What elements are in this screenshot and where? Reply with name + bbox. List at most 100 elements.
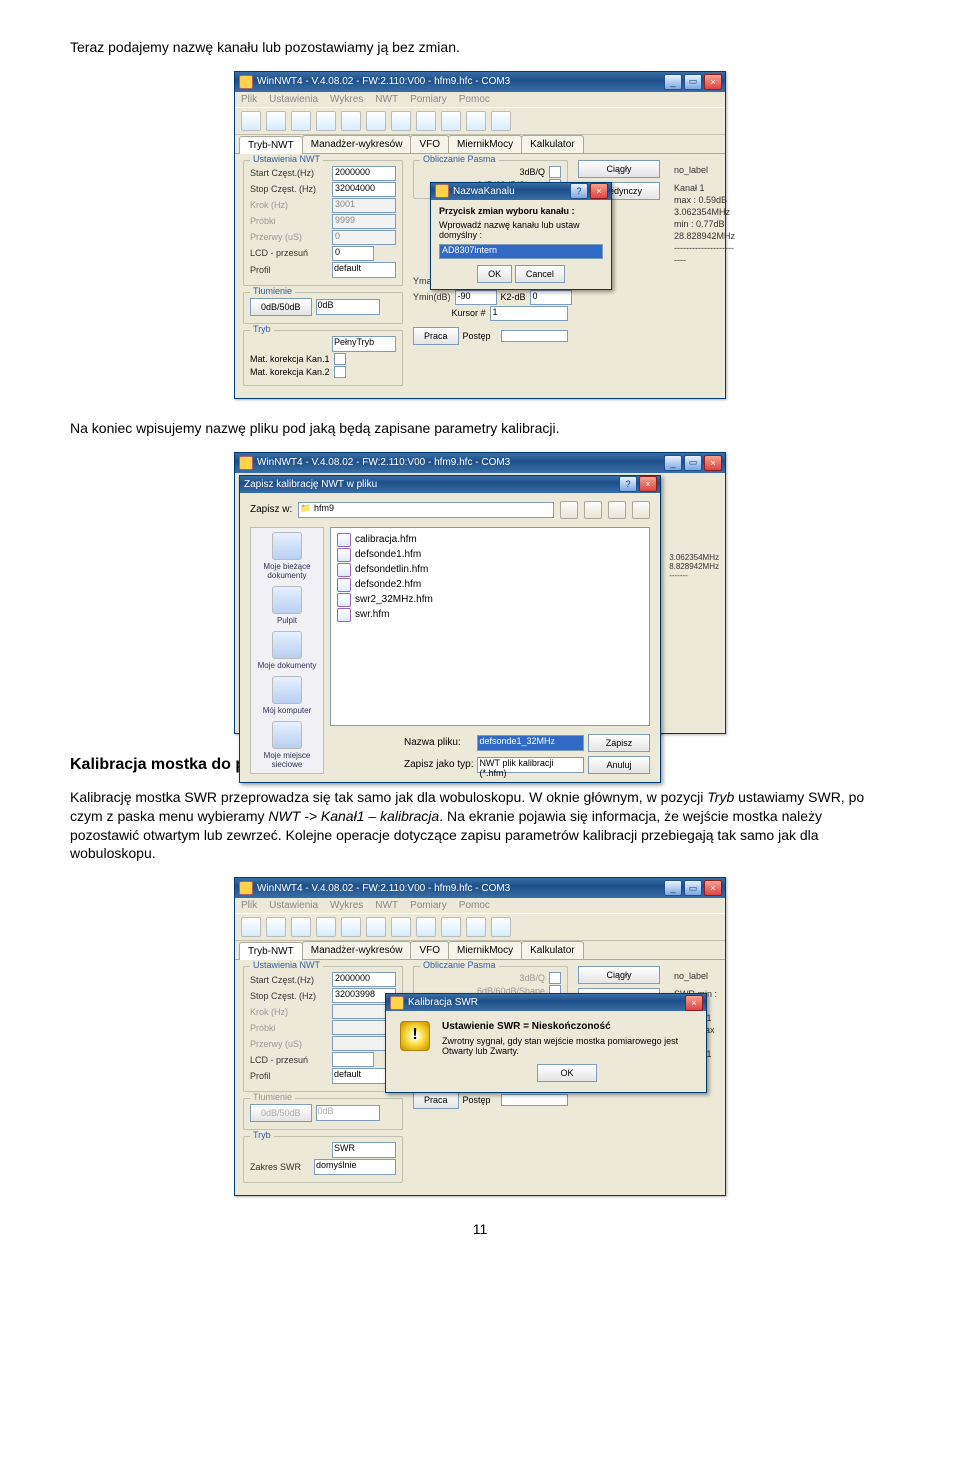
maximize-button[interactable]: ▭ xyxy=(684,455,702,471)
ok-button[interactable]: OK xyxy=(537,1064,596,1082)
place-desktop[interactable]: Pulpit xyxy=(272,586,302,625)
tab-miernik[interactable]: MiernikMocy xyxy=(448,941,522,959)
input-start[interactable]: 2000000 xyxy=(332,166,396,181)
place-mycomputer[interactable]: Mój komputer xyxy=(263,676,311,715)
tab-manadzer[interactable]: Manadżer-wykresów xyxy=(302,135,412,153)
btn-ciagly[interactable]: Ciągły xyxy=(578,966,660,984)
close-button[interactable]: × xyxy=(704,74,722,90)
toolbar-icon[interactable] xyxy=(266,917,286,937)
checkbox-matk1[interactable] xyxy=(334,353,346,365)
toolbar-icon[interactable] xyxy=(266,111,286,131)
menu-item[interactable]: Ustawienia xyxy=(269,900,318,911)
toolbar-icon[interactable] xyxy=(241,111,261,131)
toolbar-icon[interactable] xyxy=(466,917,486,937)
maximize-button[interactable]: ▭ xyxy=(684,880,702,896)
input-ymin[interactable]: -90 xyxy=(455,290,497,305)
input-k2[interactable]: 0 xyxy=(530,290,572,305)
input-lcd[interactable] xyxy=(332,1052,374,1067)
menu-item[interactable]: Plik xyxy=(241,900,257,911)
select-zakres-swr[interactable]: domyślnie xyxy=(314,1159,396,1175)
toolbar-icon[interactable] xyxy=(341,111,361,131)
menu-item[interactable]: Pomoc xyxy=(459,94,490,105)
minimize-button[interactable]: _ xyxy=(664,74,682,90)
help-button[interactable]: ? xyxy=(570,183,588,199)
menu-item[interactable]: NWT xyxy=(375,94,398,105)
menu-item[interactable]: Pomiary xyxy=(410,94,447,105)
select-filetype[interactable]: NWT plik kalibracji (*.hfm) xyxy=(477,757,584,773)
input-start[interactable]: 2000000 xyxy=(332,972,396,987)
file-item[interactable]: swr2_32MHz.hfm xyxy=(337,593,643,607)
toolbar-icon[interactable] xyxy=(441,111,461,131)
minimize-button[interactable]: _ xyxy=(664,455,682,471)
tab-vfo[interactable]: VFO xyxy=(410,941,449,959)
menu-item[interactable]: Wykres xyxy=(330,94,363,105)
file-list[interactable]: calibracja.hfm defsonde1.hfm defsondetli… xyxy=(330,527,650,726)
tab-tryb-nwt[interactable]: Tryb-NWT xyxy=(239,136,303,154)
toolbar-icon[interactable] xyxy=(316,111,336,131)
maximize-button[interactable]: ▭ xyxy=(684,74,702,90)
close-button[interactable]: × xyxy=(590,183,608,199)
toolbar-icon[interactable] xyxy=(416,111,436,131)
place-network[interactable]: Moje miejsce sieciowe xyxy=(253,721,321,769)
minimize-button[interactable]: _ xyxy=(664,880,682,896)
close-button[interactable]: × xyxy=(685,995,703,1011)
close-button[interactable]: × xyxy=(639,476,657,492)
menu-item[interactable]: Ustawienia xyxy=(269,94,318,105)
toolbar-icon[interactable] xyxy=(391,917,411,937)
menu-item[interactable]: Pomoc xyxy=(459,900,490,911)
file-item[interactable]: defsondetlin.hfm xyxy=(337,563,643,577)
dialog-input[interactable]: AD8307intern xyxy=(439,244,603,259)
file-item[interactable]: defsonde2.hfm xyxy=(337,578,643,592)
tab-manadzer[interactable]: Manadżer-wykresów xyxy=(302,941,412,959)
select-tryb[interactable]: SWR xyxy=(332,1142,396,1158)
select-profil[interactable]: default xyxy=(332,262,396,278)
up-icon[interactable] xyxy=(584,501,602,519)
toolbar-icon[interactable] xyxy=(366,917,386,937)
save-button[interactable]: Zapisz xyxy=(588,734,650,752)
newfolder-icon[interactable] xyxy=(608,501,626,519)
select-tryb[interactable]: PełnyTryb xyxy=(332,336,396,352)
tab-kalkulator[interactable]: Kalkulator xyxy=(521,135,583,153)
tab-vfo[interactable]: VFO xyxy=(410,135,449,153)
place-mydocs[interactable]: Moje dokumenty xyxy=(258,631,317,670)
menu-item[interactable]: Plik xyxy=(241,94,257,105)
tab-tryb-nwt[interactable]: Tryb-NWT xyxy=(239,942,303,960)
help-button[interactable]: ? xyxy=(619,476,637,492)
toolbar-icon[interactable] xyxy=(291,111,311,131)
toolbar-icon[interactable] xyxy=(366,111,386,131)
file-item[interactable]: calibracja.hfm xyxy=(337,533,643,547)
close-button[interactable]: × xyxy=(704,880,722,896)
select-folder[interactable]: 📁 hfm9 xyxy=(298,502,554,518)
toolbar-icon[interactable] xyxy=(341,917,361,937)
toolbar-icon[interactable] xyxy=(491,111,511,131)
back-icon[interactable] xyxy=(560,501,578,519)
close-button[interactable]: × xyxy=(704,455,722,471)
checkbox-3dbq[interactable] xyxy=(549,166,561,178)
place-recent[interactable]: Moje bieżące dokumenty xyxy=(253,532,321,580)
menu-item[interactable]: Pomiary xyxy=(410,900,447,911)
tab-kalkulator[interactable]: Kalkulator xyxy=(521,941,583,959)
btn-ciagly[interactable]: Ciągły xyxy=(578,160,660,178)
input-stop[interactable]: 32004000 xyxy=(332,182,396,197)
views-icon[interactable] xyxy=(632,501,650,519)
ok-button[interactable]: OK xyxy=(477,265,512,283)
select-0db[interactable]: 0dB xyxy=(316,299,380,315)
toolbar-icon[interactable] xyxy=(491,917,511,937)
toolbar-icon[interactable] xyxy=(241,917,261,937)
menu-item[interactable]: Wykres xyxy=(330,900,363,911)
toolbar-icon[interactable] xyxy=(416,917,436,937)
toolbar-icon[interactable] xyxy=(291,917,311,937)
toolbar-icon[interactable] xyxy=(316,917,336,937)
toolbar-icon[interactable] xyxy=(441,917,461,937)
toolbar-icon[interactable] xyxy=(391,111,411,131)
cancel-button[interactable]: Anuluj xyxy=(588,756,650,774)
tab-miernik[interactable]: MiernikMocy xyxy=(448,135,522,153)
cancel-button[interactable]: Cancel xyxy=(515,265,565,283)
input-lcd[interactable]: 0 xyxy=(332,246,374,261)
input-kursor[interactable]: 1 xyxy=(490,306,569,321)
btn-praca[interactable]: Praca xyxy=(413,1091,459,1109)
menu-item[interactable]: NWT xyxy=(375,900,398,911)
file-item[interactable]: swr.hfm xyxy=(337,608,643,622)
input-filename[interactable]: defsonde1_32MHz xyxy=(477,735,584,751)
btn-praca[interactable]: Praca xyxy=(413,327,459,345)
